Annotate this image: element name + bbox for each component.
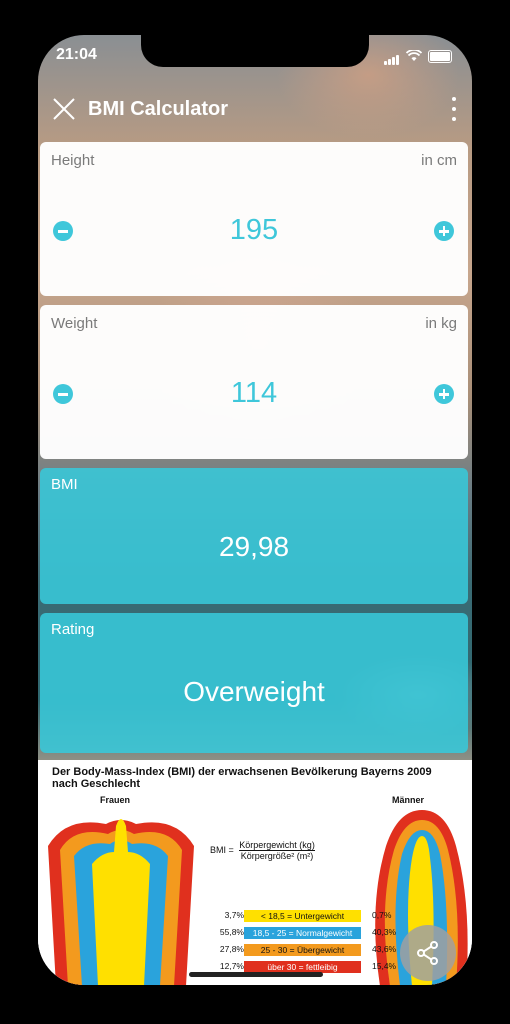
women-silhouette <box>48 819 194 985</box>
weight-increment-button[interactable] <box>434 384 454 404</box>
bmi-value: 29,98 <box>218 531 290 562</box>
women-label: Frauen <box>100 795 131 805</box>
bmi-formula: BMI = Körpergewicht (kg) Körpergröße² (m… <box>210 840 315 861</box>
band-normal: 18,5 - 25 = Normalgewicht <box>244 927 361 939</box>
notch <box>141 35 369 67</box>
app-bar: BMI Calculator <box>38 87 472 131</box>
women-percent-normal: 55,8% <box>219 927 244 937</box>
women-percent-over: 27,8% <box>219 944 244 954</box>
bmi-label: BMI <box>51 476 78 493</box>
weight-unit: in kg <box>425 315 457 332</box>
rating-label: Rating <box>51 621 95 638</box>
height-unit: in cm <box>421 152 457 169</box>
formula-lhs: BMI = <box>210 844 234 855</box>
formula-denominator: Körpergröße² (m²) <box>240 851 314 861</box>
share-button[interactable] <box>400 925 456 981</box>
height-label: Height <box>51 152 95 169</box>
home-indicator[interactable] <box>189 972 323 977</box>
more-options-icon[interactable] <box>450 97 458 121</box>
band-overweight: 25 - 30 = Übergewicht <box>244 944 361 956</box>
height-value[interactable]: 195 <box>40 214 468 247</box>
men-percent-over: 43,6% <box>372 944 397 954</box>
signal-icon <box>384 47 400 65</box>
men-percent-under: 0,7% <box>372 910 392 920</box>
weight-card: Weight in kg 114 <box>40 305 468 459</box>
status-time: 21:04 <box>56 46 97 63</box>
height-increment-button[interactable] <box>434 221 454 241</box>
weight-value[interactable]: 114 <box>40 377 468 410</box>
rating-card: Rating Overweight <box>40 613 468 753</box>
formula-numerator: Körpergewicht (kg) <box>239 840 315 851</box>
app-title: BMI Calculator <box>88 97 229 120</box>
band-underweight: < 18,5 = Untergewicht <box>244 910 361 922</box>
men-percent-obese: 15,4% <box>372 961 397 971</box>
rating-value: Overweight <box>183 676 325 707</box>
weight-label: Weight <box>51 315 98 332</box>
battery-icon <box>428 49 452 63</box>
women-percent-under: 3,7% <box>224 910 244 920</box>
bmi-card: BMI 29,98 <box>40 468 468 604</box>
infographic-title: Der Body-Mass-Index (BMI) der erwachsene… <box>52 766 432 790</box>
phone-screen: 21:04 BMI Calculator Height in cm 195 We… <box>38 35 472 985</box>
men-label: Männer <box>392 795 425 805</box>
share-icon <box>417 941 438 965</box>
close-icon[interactable] <box>44 89 84 129</box>
status-icons <box>384 47 452 65</box>
height-card: Height in cm 195 <box>40 142 468 296</box>
men-percent-normal: 40,3% <box>372 927 397 937</box>
wifi-icon <box>406 50 422 61</box>
